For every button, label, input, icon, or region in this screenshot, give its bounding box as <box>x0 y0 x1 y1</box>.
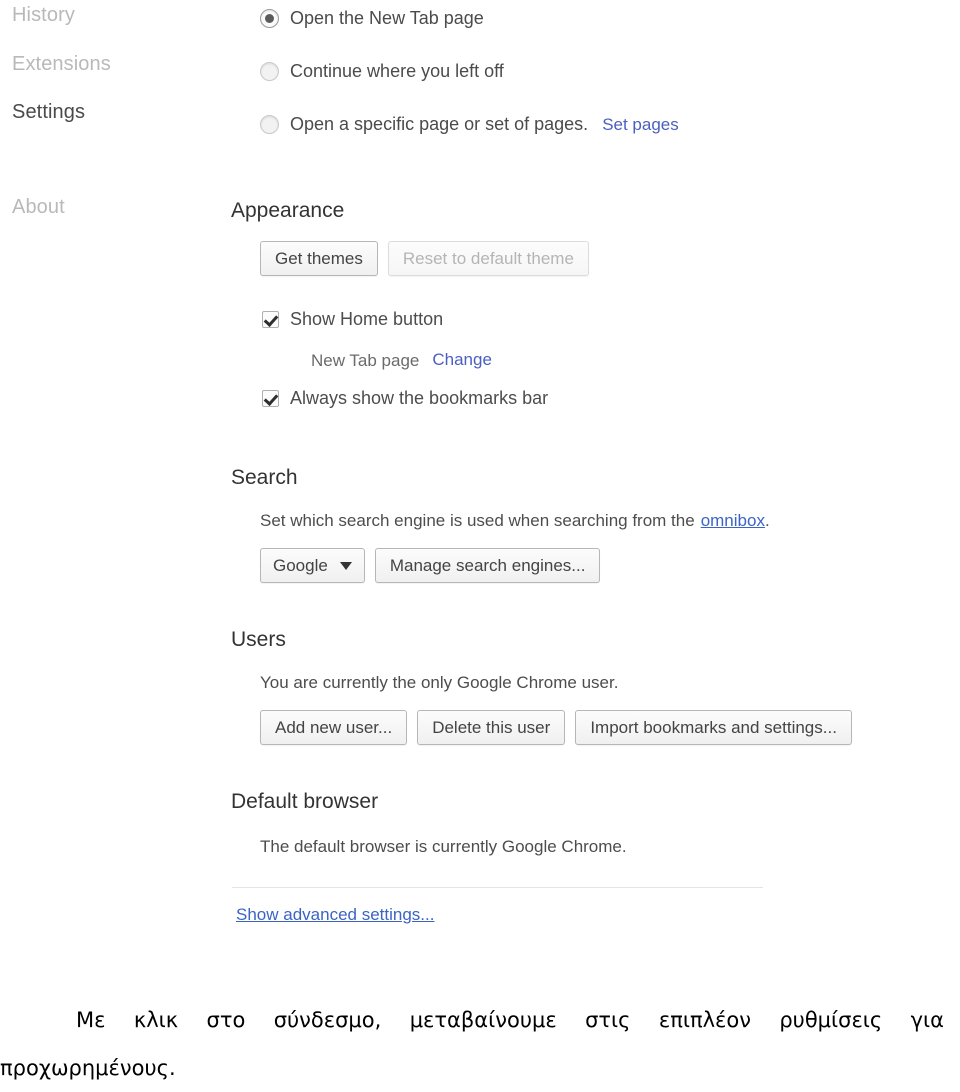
show-advanced-settings-link[interactable]: Show advanced settings... <box>236 905 434 925</box>
startup-option-label: Continue where you left off <box>290 61 504 81</box>
checkbox-checked-icon[interactable] <box>262 311 279 328</box>
default-browser-status-text: The default browser is currently Google … <box>260 837 627 856</box>
home-page-value: New Tab page <box>311 350 420 370</box>
startup-option-continue[interactable]: Continue where you left off <box>260 61 504 82</box>
search-engine-select[interactable]: Google <box>260 548 365 583</box>
radio-checked-icon[interactable] <box>260 9 279 28</box>
sidebar-item-about[interactable]: About <box>12 197 65 217</box>
startup-option-label: Open a specific page or set of pages. <box>290 114 589 134</box>
change-home-page-link[interactable]: Change <box>432 350 492 370</box>
caption-line-2: προχωρημένους. <box>0 1056 176 1080</box>
home-page-row: New Tab page Change <box>311 350 492 370</box>
sidebar-item-settings[interactable]: Settings <box>12 102 85 122</box>
default-browser-section-title: Default browser <box>231 790 379 813</box>
figure-caption: Με κλικ στο σύνδεσμο, μεταβαίνουμε στις … <box>0 996 960 1092</box>
chrome-settings-screenshot: History Extensions Settings About Open t… <box>0 0 960 960</box>
always-show-bookmarks-bar-row[interactable]: Always show the bookmarks bar <box>262 388 548 409</box>
search-engine-selected-value: Google <box>273 555 328 575</box>
sidebar-item-extensions[interactable]: Extensions <box>12 54 111 74</box>
radio-unchecked-icon[interactable] <box>260 62 279 81</box>
checkbox-checked-icon[interactable] <box>262 390 279 407</box>
get-themes-button[interactable]: Get themes <box>260 241 378 276</box>
startup-option-label: Open the New Tab page <box>290 8 484 28</box>
chevron-down-icon <box>339 561 352 570</box>
users-section-title: Users <box>231 628 286 651</box>
caption-line-1: Με κλικ στο σύνδεσμο, μεταβαίνουμε στις … <box>76 1008 944 1032</box>
always-show-bookmarks-bar-label: Always show the bookmarks bar <box>290 388 549 408</box>
search-description-text: Set which search engine is used when sea… <box>260 511 695 530</box>
content-divider <box>232 887 763 888</box>
manage-search-engines-button[interactable]: Manage search engines... <box>374 548 601 583</box>
sidebar-item-label: About <box>12 196 65 218</box>
search-description-period: . <box>764 511 770 530</box>
sidebar-item-history[interactable]: History <box>12 5 75 25</box>
show-home-button-row[interactable]: Show Home button <box>262 309 443 330</box>
users-buttons: Add new user... Delete this user Import … <box>260 710 852 745</box>
users-status-text: You are currently the only Google Chrome… <box>260 673 619 692</box>
set-pages-link[interactable]: Set pages <box>602 115 679 135</box>
sidebar-item-label: Extensions <box>12 53 111 75</box>
add-new-user-button[interactable]: Add new user... <box>260 710 408 745</box>
sidebar-item-label: History <box>12 4 75 26</box>
omnibox-link[interactable]: omnibox <box>701 511 765 531</box>
appearance-section-title: Appearance <box>231 199 345 222</box>
startup-option-new-tab[interactable]: Open the New Tab page <box>260 8 484 29</box>
search-engine-controls: Google Manage search engines... <box>260 548 601 583</box>
show-home-button-label: Show Home button <box>290 309 444 329</box>
import-bookmarks-and-settings-button[interactable]: Import bookmarks and settings... <box>575 710 852 745</box>
radio-unchecked-icon[interactable] <box>260 115 279 134</box>
reset-to-default-theme-button[interactable]: Reset to default theme <box>387 241 589 276</box>
search-section-title: Search <box>231 466 298 489</box>
search-description: Set which search engine is used when sea… <box>260 511 770 531</box>
appearance-theme-buttons: Get themes Reset to default theme <box>260 241 589 276</box>
startup-option-specific-pages[interactable]: Open a specific page or set of pages. Se… <box>260 114 679 135</box>
delete-this-user-button[interactable]: Delete this user <box>417 710 566 745</box>
sidebar-item-label: Settings <box>12 101 86 123</box>
